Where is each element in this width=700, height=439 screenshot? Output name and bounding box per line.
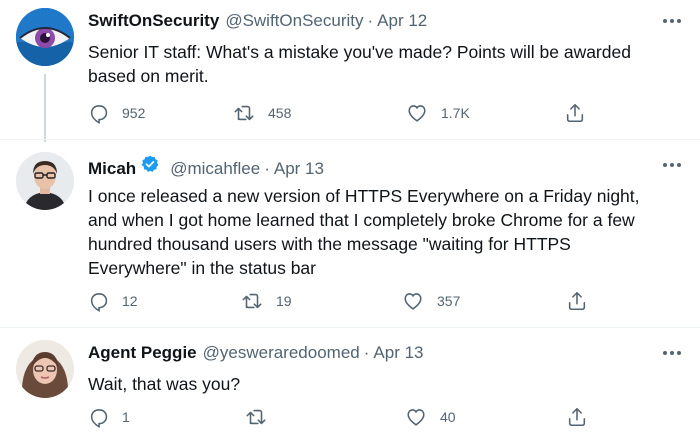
- like-icon: [408, 105, 426, 122]
- tweet-text: I once released a new version of HTTPS E…: [88, 186, 640, 278]
- separator: ·: [367, 11, 374, 30]
- reply-button[interactable]: 12: [88, 289, 138, 313]
- display-name[interactable]: SwiftOnSecurity: [88, 10, 219, 32]
- retweet-button[interactable]: [244, 405, 280, 429]
- retweet-button[interactable]: 19: [240, 289, 292, 313]
- separator: ·: [264, 159, 270, 178]
- reply-button[interactable]: 1: [88, 405, 130, 429]
- reply-icon: [90, 409, 108, 428]
- retweet-count: 19: [276, 293, 292, 309]
- avatar[interactable]: [16, 8, 74, 66]
- timestamp[interactable]: Apr 12: [377, 10, 427, 32]
- share-button[interactable]: [564, 101, 586, 125]
- like-button[interactable]: 1.7K: [405, 101, 470, 125]
- share-button[interactable]: [566, 289, 588, 313]
- display-name[interactable]: Micah: [88, 158, 136, 180]
- eye-avatar-image: [16, 8, 74, 66]
- share-button[interactable]: [566, 405, 588, 429]
- tweet-thread: SwiftOnSecurity @SwiftOnSecurity · Apr 1…: [0, 0, 700, 439]
- person-avatar-image: [16, 152, 74, 210]
- verified-badge-icon: [141, 155, 159, 172]
- share-icon: [568, 291, 586, 311]
- retweet-count: 458: [268, 105, 292, 121]
- like-icon: [404, 293, 422, 310]
- tweet-text: Wait, that was you?: [88, 374, 241, 394]
- handle[interactable]: @micahflee: [170, 158, 260, 180]
- retweet-icon: [246, 409, 266, 425]
- like-button[interactable]: 357: [401, 289, 460, 313]
- tweet-actions: 952 458 1.7K: [88, 101, 608, 125]
- like-count: 1.7K: [441, 105, 470, 121]
- handle[interactable]: @yesweraredoomed: [203, 342, 360, 364]
- reply-count: 1: [122, 409, 130, 425]
- more-icon[interactable]: [660, 158, 684, 172]
- tweet[interactable]: Agent Peggie @yesweraredoomed · Apr 13 W…: [0, 327, 700, 439]
- tweet-header: SwiftOnSecurity @SwiftOnSecurity · Apr 1…: [88, 10, 684, 34]
- retweet-icon: [234, 105, 254, 121]
- tweet[interactable]: Micah @micahflee · Apr 13 I once release…: [0, 139, 700, 327]
- separator: ·: [363, 343, 370, 362]
- tweet-header: Agent Peggie @yesweraredoomed · Apr 13: [88, 342, 684, 366]
- tweet-text: Senior IT staff: What's a mistake you've…: [88, 42, 631, 86]
- more-icon[interactable]: [660, 346, 684, 360]
- more-icon[interactable]: [660, 14, 684, 28]
- tweet-actions: 1 40: [88, 405, 608, 429]
- tweet-actions: 12 19 357: [88, 289, 608, 313]
- tweet-header: Micah @micahflee · Apr 13: [88, 154, 684, 178]
- person-avatar-image: [16, 340, 74, 398]
- share-icon: [566, 103, 584, 123]
- reply-count: 12: [122, 293, 138, 309]
- handle[interactable]: @SwiftOnSecurity: [225, 10, 363, 32]
- reply-icon: [90, 293, 108, 312]
- timestamp[interactable]: Apr 13: [373, 342, 423, 364]
- reply-button[interactable]: 952: [88, 101, 145, 125]
- thread-connector: [44, 74, 46, 142]
- like-button[interactable]: 40: [404, 405, 456, 429]
- share-icon: [568, 407, 586, 427]
- display-name[interactable]: Agent Peggie: [88, 342, 197, 364]
- retweet-icon: [242, 293, 262, 309]
- like-count: 40: [440, 409, 456, 425]
- avatar[interactable]: [16, 340, 74, 398]
- like-icon: [407, 409, 425, 426]
- retweet-button[interactable]: 458: [232, 101, 291, 125]
- tweet[interactable]: SwiftOnSecurity @SwiftOnSecurity · Apr 1…: [0, 0, 700, 142]
- reply-icon: [90, 105, 108, 124]
- timestamp[interactable]: Apr 13: [274, 158, 324, 180]
- reply-count: 952: [122, 105, 146, 121]
- like-count: 357: [437, 293, 461, 309]
- avatar[interactable]: [16, 152, 74, 210]
